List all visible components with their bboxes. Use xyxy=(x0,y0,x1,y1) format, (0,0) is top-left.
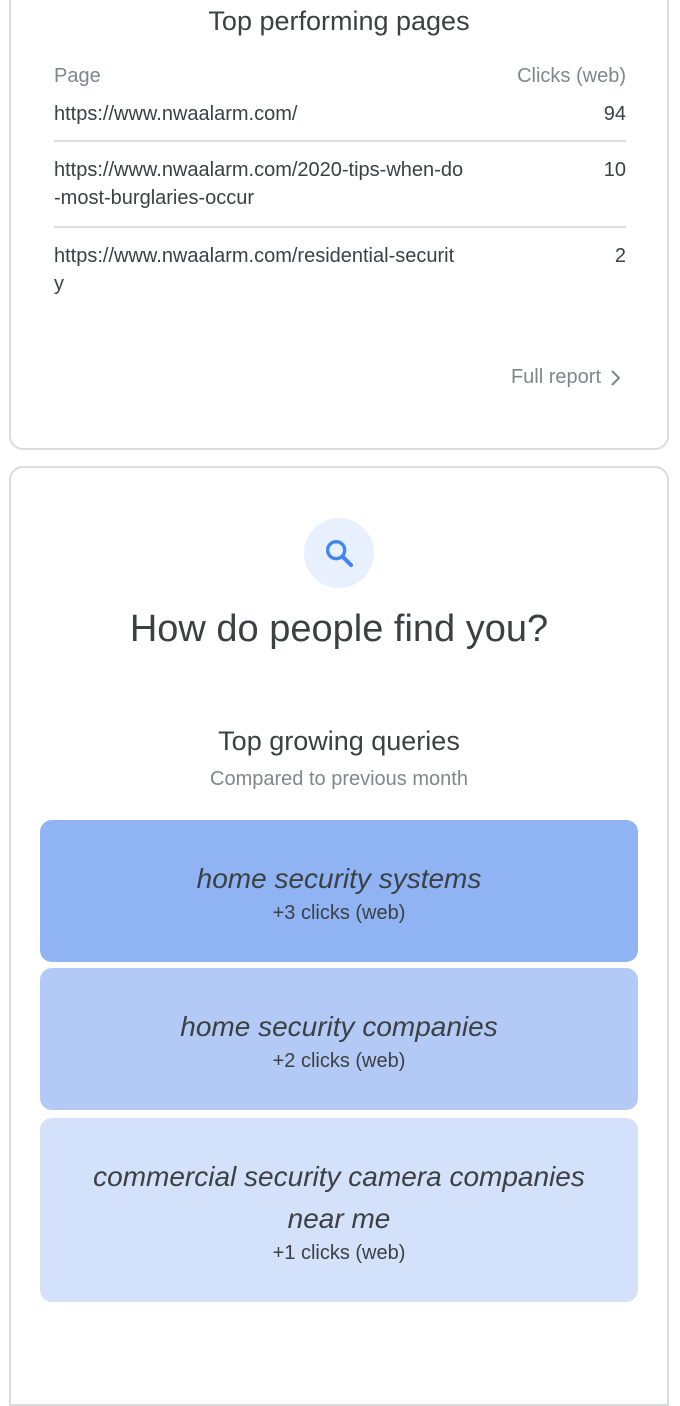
page-column-header: Page xyxy=(54,65,101,87)
page-url: https://www.nwaalarm.com/ xyxy=(54,103,298,125)
page-clicks: 10 xyxy=(603,159,626,181)
top-pages-table: Page Clicks (web) https://www.nwaalarm.c… xyxy=(54,54,626,298)
query-clicks: +3 clicks (web) xyxy=(272,901,406,924)
full-report-link[interactable]: Full report xyxy=(511,366,621,389)
query-clicks: +1 clicks (web) xyxy=(272,1241,406,1264)
page-clicks: 2 xyxy=(614,245,626,267)
page-url: https://www.nwaalarm.com/residential-sec… xyxy=(54,245,455,295)
query-card[interactable]: commercial security camera companies nea… xyxy=(40,1118,638,1302)
query-card[interactable]: home security companies +2 clicks (web) xyxy=(40,968,638,1110)
table-row: https://www.nwaalarm.com/2020-tips-when-… xyxy=(54,142,626,228)
query-text: commercial security camera companies nea… xyxy=(93,1160,585,1234)
page-clicks: 94 xyxy=(603,103,626,125)
query-card[interactable]: home security systems +3 clicks (web) xyxy=(40,820,638,962)
query-clicks: +2 clicks (web) xyxy=(272,1049,406,1072)
page-url: https://www.nwaalarm.com/2020-tips-when-… xyxy=(54,159,464,209)
full-report-label: Full report xyxy=(510,366,601,388)
query-text: home security companies xyxy=(180,1010,498,1042)
top-pages-title: Top performing pages xyxy=(208,6,470,36)
table-row: https://www.nwaalarm.com/ 94 xyxy=(54,98,626,142)
table-header: Page Clicks (web) xyxy=(54,54,626,98)
growing-queries-title: Top growing queries xyxy=(218,726,460,756)
table-row: https://www.nwaalarm.com/residential-sec… xyxy=(54,228,626,298)
growing-queries-subtitle: Compared to previous month xyxy=(210,768,468,790)
find-you-card: How do people find you? Top growing quer… xyxy=(9,466,669,1406)
find-you-title: How do people find you? xyxy=(129,608,549,650)
query-text: home security systems xyxy=(196,862,482,894)
search-icon xyxy=(325,539,354,568)
chevron-right-icon xyxy=(611,369,621,386)
top-pages-card: Top performing pages Page Clicks (web) h… xyxy=(9,0,669,450)
clicks-column-header: Clicks (web) xyxy=(517,65,626,87)
search-icon-badge xyxy=(304,518,374,588)
